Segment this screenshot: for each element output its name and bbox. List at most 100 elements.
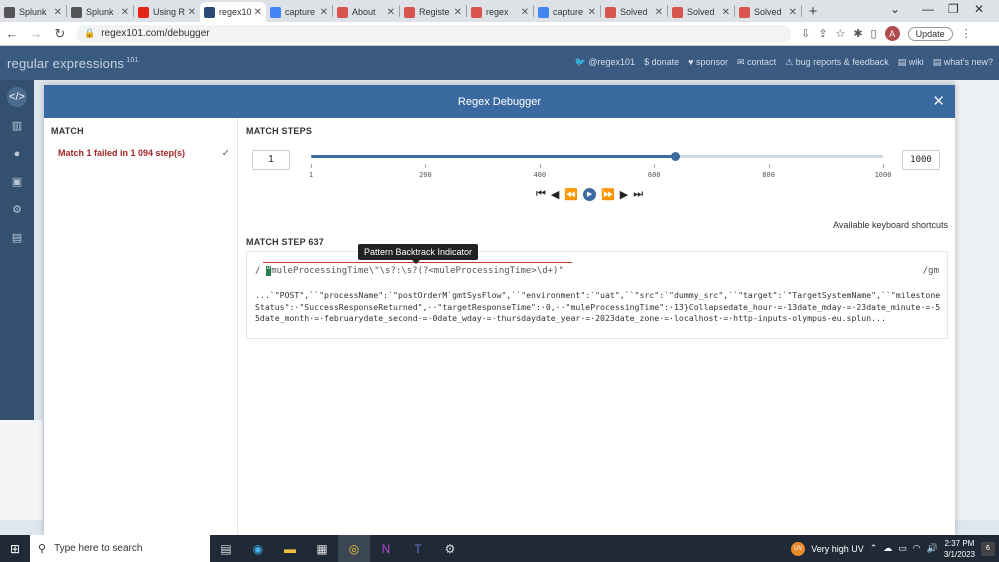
chrome-icon[interactable]: ◎ [338, 535, 370, 562]
whats-new-link[interactable]: ▤ what's new? [933, 57, 993, 68]
match-item[interactable]: Match 1 failed in 1 094 step(s) ✓ [50, 144, 232, 162]
browser-tab[interactable]: regex ✕ [467, 2, 533, 22]
tab-close-icon[interactable]: ✕ [655, 7, 663, 18]
settings-app-icon[interactable]: ⚙ [434, 535, 466, 562]
step-slider[interactable] [311, 152, 883, 161]
max-step-input[interactable]: 1000 [902, 150, 940, 170]
tab-close-icon[interactable]: ✕ [254, 7, 262, 18]
chat-icon[interactable]: ▤ [7, 228, 27, 248]
tab-close-icon[interactable]: ✕ [188, 7, 196, 18]
site-logo[interactable]: regular expressions 101 [7, 56, 139, 71]
last-step-icon[interactable]: ⏭ [633, 188, 643, 201]
browser-tab[interactable]: regex101✕ [200, 2, 266, 22]
tab-close-icon[interactable]: ✕ [588, 7, 596, 18]
tray-chevron-icon[interactable]: ⌃ [870, 543, 878, 554]
slider-tick-label: 1000 [874, 171, 892, 179]
bug-reports-link[interactable]: ⚠ bug reports & feedback [785, 57, 889, 68]
restore-icon[interactable]: ❐ [948, 2, 959, 16]
fast-forward-icon[interactable]: ⏩ [601, 188, 615, 201]
quiz-icon[interactable]: ▣ [7, 172, 27, 192]
windows-start-icon[interactable]: ⊞ [0, 542, 30, 556]
match-steps-title: MATCH STEPS [246, 126, 313, 136]
slider-handle[interactable] [671, 152, 681, 161]
new-tab-icon[interactable]: + [802, 3, 824, 20]
code-icon[interactable]: </> [7, 87, 27, 107]
library-icon[interactable]: ▥ [7, 116, 27, 136]
tab-search-icon[interactable]: ⌄ [890, 2, 900, 16]
contact-link[interactable]: ✉ contact [737, 57, 776, 68]
next-step-icon[interactable]: ▶ [620, 188, 628, 201]
modal-title: Regex Debugger [457, 95, 542, 108]
profile-avatar[interactable]: A [884, 26, 900, 41]
sponsor-link[interactable]: ♥ sponsor [688, 57, 728, 68]
install-icon[interactable]: ⇩ [801, 27, 810, 40]
browser-tab[interactable]: capture ✕ [266, 2, 332, 22]
tab-close-icon[interactable]: ✕ [789, 7, 797, 18]
clock[interactable]: 2:37 PM 3/1/2023 [944, 538, 975, 560]
wiki-link[interactable]: ▤ wiki [898, 57, 924, 68]
taskbar-search[interactable]: ⚲ Type here to search [30, 535, 210, 562]
extensions-icon[interactable]: ✱ [853, 27, 862, 40]
check-icon: ✓ [221, 147, 230, 159]
task-view-icon[interactable]: ▤ [210, 535, 242, 562]
update-button[interactable]: Update [907, 26, 953, 41]
edge-icon[interactable]: ◉ [242, 535, 274, 562]
volume-icon[interactable]: 🔊 [927, 543, 938, 554]
browser-tab[interactable]: Registe ✕ [400, 2, 466, 22]
close-icon[interactable]: ✕ [932, 92, 945, 110]
sidepanel-icon[interactable]: ▯ [871, 27, 877, 40]
network-icon[interactable]: ◠ [913, 543, 921, 554]
tab-label: About [352, 7, 376, 17]
onedrive-icon[interactable]: ☁ [883, 543, 892, 554]
slider-tick-label: 1 [308, 171, 314, 179]
tab-favicon-icon [471, 6, 482, 18]
onenote-icon[interactable]: N [370, 535, 402, 562]
browser-tab[interactable]: Using R ✕ [134, 2, 200, 22]
tab-close-icon[interactable]: ✕ [521, 7, 529, 18]
reload-icon[interactable]: ↻ [48, 26, 72, 42]
current-step-input[interactable]: 1 [252, 150, 290, 170]
minimize-icon[interactable]: — [922, 2, 934, 16]
first-step-icon[interactable]: ⏮ [536, 188, 546, 201]
back-icon[interactable]: ← [0, 26, 24, 41]
browser-tab[interactable]: About ✕ [333, 2, 399, 22]
store-icon[interactable]: ▦ [306, 535, 338, 562]
play-icon[interactable]: ▶ [583, 188, 597, 201]
keyboard-shortcuts-link[interactable]: Available keyboard shortcuts [833, 220, 948, 230]
browser-tab[interactable]: Solved ✕ [735, 2, 801, 22]
tab-close-icon[interactable]: ✕ [722, 7, 730, 18]
user-icon[interactable]: ● [7, 144, 27, 164]
clock-date: 3/1/2023 [943, 549, 975, 559]
window-close-icon[interactable]: ✕ [974, 2, 984, 16]
bookmark-star-icon[interactable]: ☆ [835, 27, 845, 40]
browser-tab[interactable]: Solved ✕ [601, 2, 667, 22]
forward-icon[interactable]: → [24, 26, 48, 41]
browser-tab[interactable]: capture ✕ [534, 2, 600, 22]
browser-menu-icon[interactable]: ⋮ [961, 27, 972, 40]
share-icon[interactable]: ⇪ [818, 27, 827, 40]
browser-tab[interactable]: Solved ✕ [668, 2, 734, 22]
notifications-icon[interactable]: 6 [981, 541, 995, 556]
url-field[interactable]: 🔒 regex101.com/debugger [76, 24, 791, 43]
weather-text[interactable]: Very high UV [811, 544, 864, 554]
browser-tab[interactable]: Splunk ✕ [0, 2, 66, 22]
weather-icon[interactable]: UV [791, 541, 806, 556]
tab-close-icon[interactable]: ✕ [121, 7, 129, 18]
browser-tab[interactable]: Splunk ✕ [67, 2, 133, 22]
tab-close-icon[interactable]: ✕ [387, 7, 395, 18]
tab-close-icon[interactable]: ✕ [454, 7, 462, 18]
file-explorer-icon[interactable]: ▬ [274, 535, 306, 562]
tab-close-icon[interactable]: ✕ [54, 7, 62, 18]
tab-favicon-icon [204, 6, 215, 18]
donate-link[interactable]: $ donate [644, 57, 679, 68]
match-section-title: MATCH [51, 126, 84, 136]
prev-step-icon[interactable]: ◀ [551, 188, 559, 201]
twitter-link[interactable]: 🐦 @regex101 [575, 57, 635, 68]
tab-label: Solved [687, 7, 715, 17]
settings-icon[interactable]: ⚙ [7, 200, 27, 220]
teams-icon[interactable]: T [402, 535, 434, 562]
battery-icon[interactable]: ▭ [898, 543, 907, 554]
rewind-icon[interactable]: ⏪ [564, 188, 578, 201]
tab-label: Using R [153, 7, 186, 17]
tab-close-icon[interactable]: ✕ [320, 7, 328, 18]
